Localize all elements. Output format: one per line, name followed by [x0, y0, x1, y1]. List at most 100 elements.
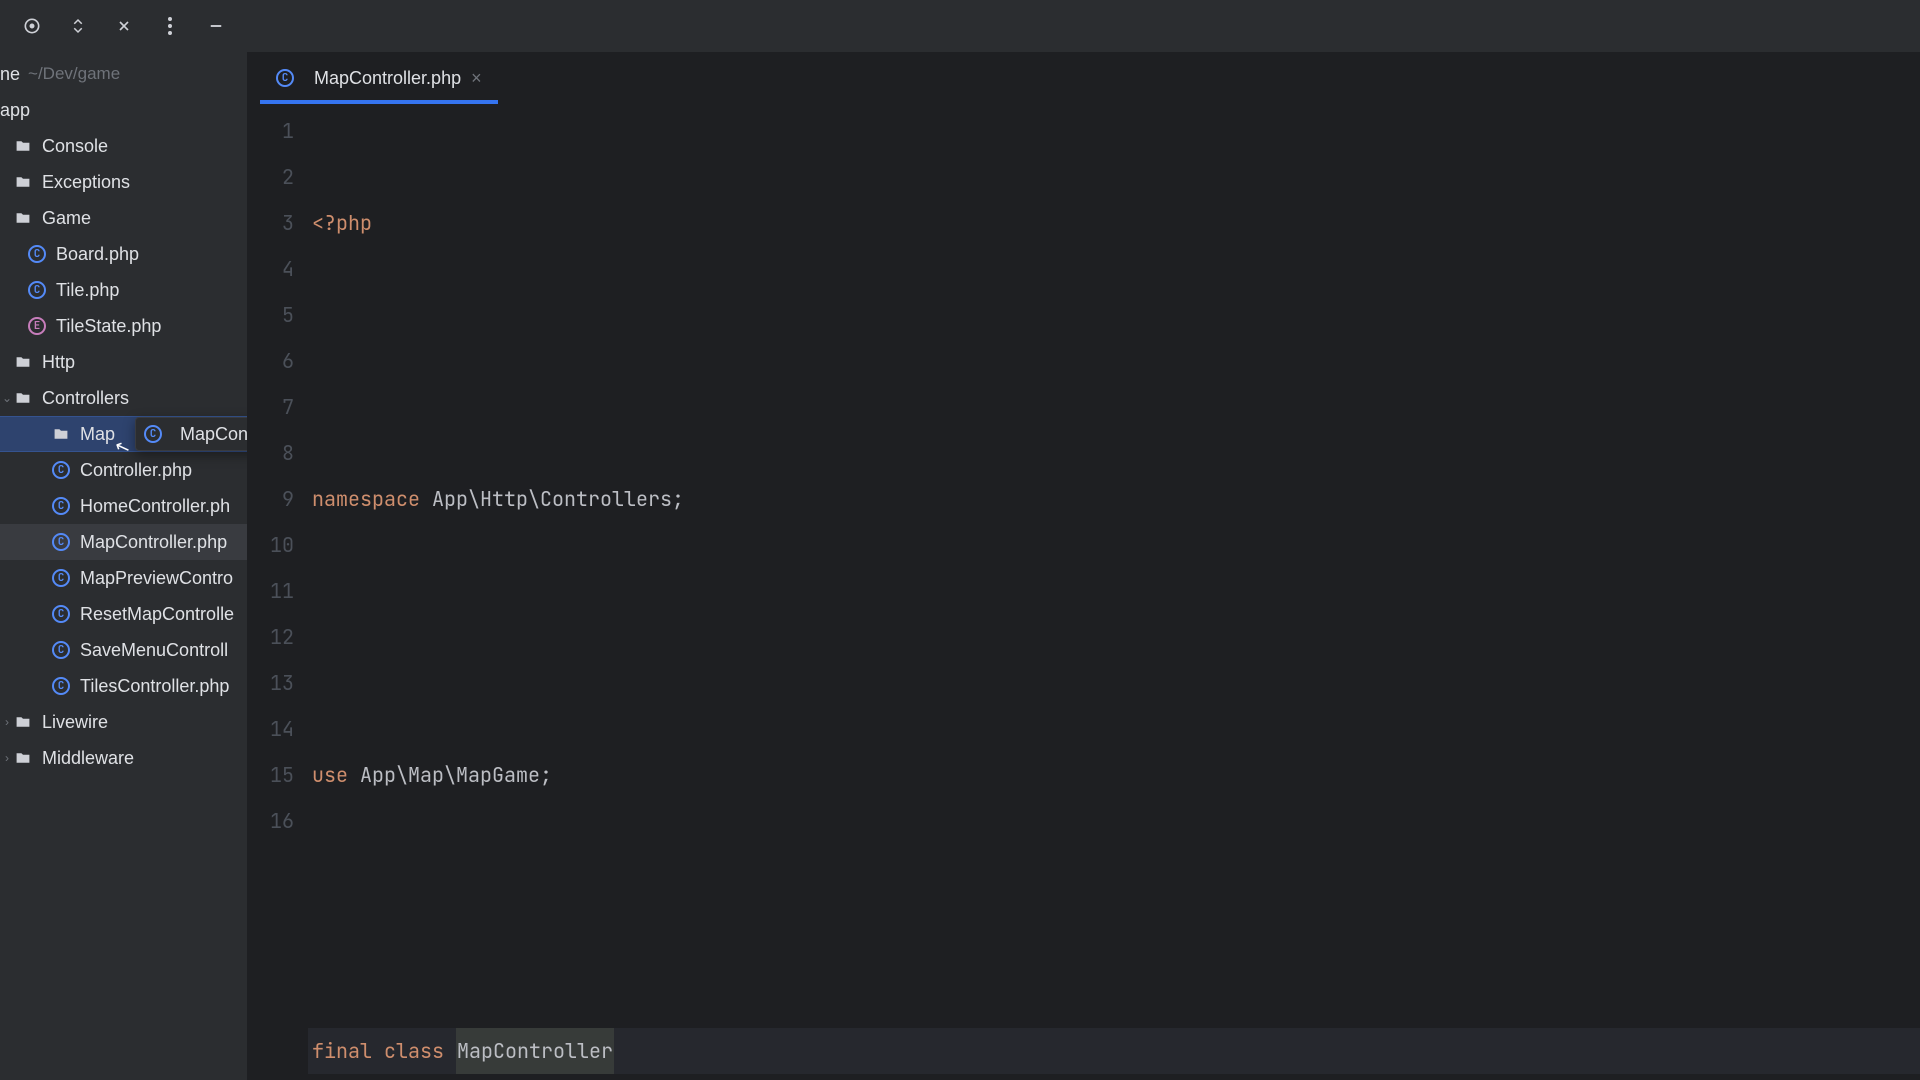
- php-class-icon: C: [52, 497, 70, 515]
- project-root[interactable]: ne ~/Dev/game: [0, 56, 247, 92]
- file-label: MapPreviewContro: [80, 568, 233, 589]
- line-number: 2: [248, 154, 294, 200]
- file-tile[interactable]: C Tile.php: [0, 272, 247, 308]
- tab-bar: C MapController.php ×: [248, 52, 1920, 104]
- file-resetmap[interactable]: C ResetMapControlle: [0, 596, 247, 632]
- php-class-icon: C: [52, 533, 70, 551]
- target-icon[interactable]: [20, 14, 44, 38]
- project-sidebar[interactable]: ne ~/Dev/game app Console Exceptions Gam…: [0, 52, 248, 1080]
- code-token: use: [312, 752, 360, 798]
- file-label: SaveMenuControll: [80, 640, 228, 661]
- code-token: App\Map\MapGame;: [360, 752, 552, 798]
- folder-exceptions[interactable]: Exceptions: [0, 164, 247, 200]
- php-class-icon: C: [276, 69, 294, 87]
- drag-tooltip: C MapController.php: [135, 417, 248, 451]
- line-number: 5: [248, 292, 294, 338]
- line-number: 12: [248, 614, 294, 660]
- folder-label: Middleware: [42, 748, 134, 769]
- folder-http[interactable]: Http: [0, 344, 247, 380]
- folder-icon: [14, 209, 32, 227]
- folder-map-drop-target[interactable]: Map C MapController.php ↖: [0, 416, 247, 452]
- php-class-icon: C: [52, 677, 70, 695]
- close-icon[interactable]: [112, 14, 136, 38]
- chevron-down-icon: ⌄: [0, 391, 14, 405]
- line-number: 6: [248, 338, 294, 384]
- code-token: namespace: [312, 476, 432, 522]
- project-path: ~/Dev/game: [28, 64, 120, 84]
- folder-icon: [14, 389, 32, 407]
- file-label: HomeController.ph: [80, 496, 230, 517]
- folder-label: Http: [42, 352, 75, 373]
- line-number: 3: [248, 200, 294, 246]
- php-class-icon: C: [52, 641, 70, 659]
- file-label: TilesController.php: [80, 676, 229, 697]
- file-mapcontroller[interactable]: C MapController.php: [0, 524, 247, 560]
- php-class-icon: C: [28, 245, 46, 263]
- folder-label: Console: [42, 136, 108, 157]
- minimize-icon[interactable]: [204, 14, 228, 38]
- code-token: final class: [312, 1028, 456, 1074]
- folder-icon: [14, 137, 32, 155]
- file-tilescontroller[interactable]: C TilesController.php: [0, 668, 247, 704]
- chevron-right-icon: ›: [0, 751, 14, 765]
- code-token: MapController: [456, 1028, 614, 1074]
- line-number: 11: [248, 568, 294, 614]
- tab-mapcontroller[interactable]: C MapController.php ×: [260, 52, 498, 104]
- project-name: ne: [0, 64, 20, 85]
- expand-collapse-icon[interactable]: [66, 14, 90, 38]
- php-class-icon: C: [28, 281, 46, 299]
- code-editor[interactable]: 1 2 3 4 5 6 7 8 9 10 11 12 13 14 15 16 <…: [248, 104, 1920, 1080]
- code-token: <?php: [312, 200, 372, 246]
- file-label: ResetMapControlle: [80, 604, 234, 625]
- php-class-icon: C: [52, 605, 70, 623]
- file-board[interactable]: C Board.php: [0, 236, 247, 272]
- line-number: 14: [248, 706, 294, 752]
- php-class-icon: C: [52, 461, 70, 479]
- editor-pane: C MapController.php × 1 2 3 4 5 6 7 8 9 …: [248, 52, 1920, 1080]
- line-number: 7: [248, 384, 294, 430]
- file-label: MapController.php: [80, 532, 227, 553]
- line-number: 10: [248, 522, 294, 568]
- file-label: Tile.php: [56, 280, 119, 301]
- folder-icon: [14, 713, 32, 731]
- file-label: TileState.php: [56, 316, 161, 337]
- file-mappreview[interactable]: C MapPreviewContro: [0, 560, 247, 596]
- folder-app[interactable]: app: [0, 92, 247, 128]
- line-number: 15: [248, 752, 294, 798]
- folder-label: Game: [42, 208, 91, 229]
- file-tilestate[interactable]: E TileState.php: [0, 308, 247, 344]
- folder-livewire[interactable]: › Livewire: [0, 704, 247, 740]
- folder-middleware[interactable]: › Middleware: [0, 740, 247, 776]
- tab-label: MapController.php: [314, 68, 461, 89]
- folder-icon: [52, 425, 70, 443]
- line-number: 8: [248, 430, 294, 476]
- folder-icon: [14, 353, 32, 371]
- gutter: 1 2 3 4 5 6 7 8 9 10 11 12 13 14 15 16: [248, 104, 308, 1080]
- file-label: Board.php: [56, 244, 139, 265]
- php-class-icon: C: [52, 569, 70, 587]
- folder-console[interactable]: Console: [0, 128, 247, 164]
- folder-game[interactable]: Game: [0, 200, 247, 236]
- chevron-right-icon: ›: [0, 715, 14, 729]
- folder-label: Map: [80, 424, 115, 445]
- line-number: 4: [248, 246, 294, 292]
- close-tab-icon[interactable]: ×: [471, 68, 482, 89]
- code-token: App\Http\Controllers;: [432, 476, 684, 522]
- line-number: 16: [248, 798, 294, 844]
- folder-icon: [14, 173, 32, 191]
- folder-controllers[interactable]: ⌄ Controllers: [0, 380, 247, 416]
- options-icon[interactable]: [158, 14, 182, 38]
- drag-tooltip-label: MapController.php: [180, 424, 248, 445]
- line-number: 9: [248, 476, 294, 522]
- folder-icon: [14, 749, 32, 767]
- folder-label: Controllers: [42, 388, 129, 409]
- file-savemenu[interactable]: C SaveMenuControll: [0, 632, 247, 668]
- line-number: 1: [248, 108, 294, 154]
- top-toolbar: [0, 0, 1920, 52]
- code-content[interactable]: <?php namespace App\Http\Controllers; us…: [308, 104, 1920, 1080]
- folder-label: Livewire: [42, 712, 108, 733]
- folder-label: app: [0, 100, 30, 121]
- file-homecontroller[interactable]: C HomeController.ph: [0, 488, 247, 524]
- php-class-icon: C: [144, 425, 162, 443]
- line-number: 13: [248, 660, 294, 706]
